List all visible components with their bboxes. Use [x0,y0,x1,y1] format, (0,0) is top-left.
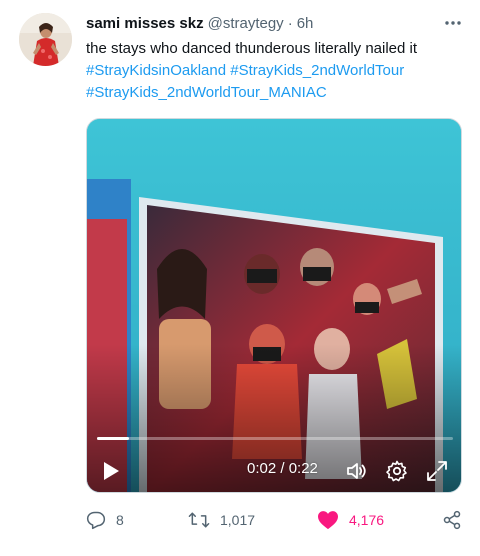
video-progress-fill [97,437,130,440]
display-name[interactable]: sami misses skz [86,15,204,32]
expand-icon [427,461,447,481]
reply-button[interactable]: 8 [86,508,124,532]
fullscreen-button[interactable] [425,459,449,483]
retweet-count: 1,017 [220,512,256,528]
hashtags-line-2[interactable]: #StrayKids_2ndWorldTour_MANIAC [86,82,466,104]
heart-icon [318,511,338,530]
like-count: 4,176 [349,512,385,528]
video-time-readout: 0:02 / 0:22 [247,460,318,477]
video-progress-track[interactable] [97,437,453,440]
separator-dot: · [287,14,293,32]
hashtags-line-1[interactable]: #StrayKidsinOakland #StrayKids_2ndWorldT… [86,60,466,82]
share-button[interactable] [442,508,462,532]
tweet-header: sami misses skz @straytegy · 6h [86,12,313,34]
reply-icon [86,511,106,530]
tweet[interactable]: sami misses skz @straytegy · 6h the stay… [0,0,480,556]
volume-button[interactable] [345,459,369,483]
more-button[interactable] [438,12,468,34]
share-icon [443,510,461,530]
tweet-body-text: the stays who danced thunderous literall… [86,40,418,57]
retweet-icon [188,512,210,528]
more-dots-icon [445,21,461,25]
settings-button[interactable] [385,459,409,483]
volume-icon [347,463,366,479]
like-button[interactable]: 4,176 [317,508,384,532]
avatar[interactable] [19,13,72,66]
gear-icon [386,460,407,482]
user-handle[interactable]: @straytegy [208,15,284,32]
play-button[interactable] [99,459,123,483]
tweet-actions: 8 1,017 4,176 [86,508,466,532]
video-player[interactable]: 0:02 / 0:22 [86,118,462,493]
retweet-button[interactable]: 1,017 [188,508,255,532]
tweet-text: the stays who danced thunderous literall… [86,38,466,104]
play-icon [104,462,119,480]
reply-count: 8 [116,512,124,528]
timestamp[interactable]: 6h [297,15,314,32]
